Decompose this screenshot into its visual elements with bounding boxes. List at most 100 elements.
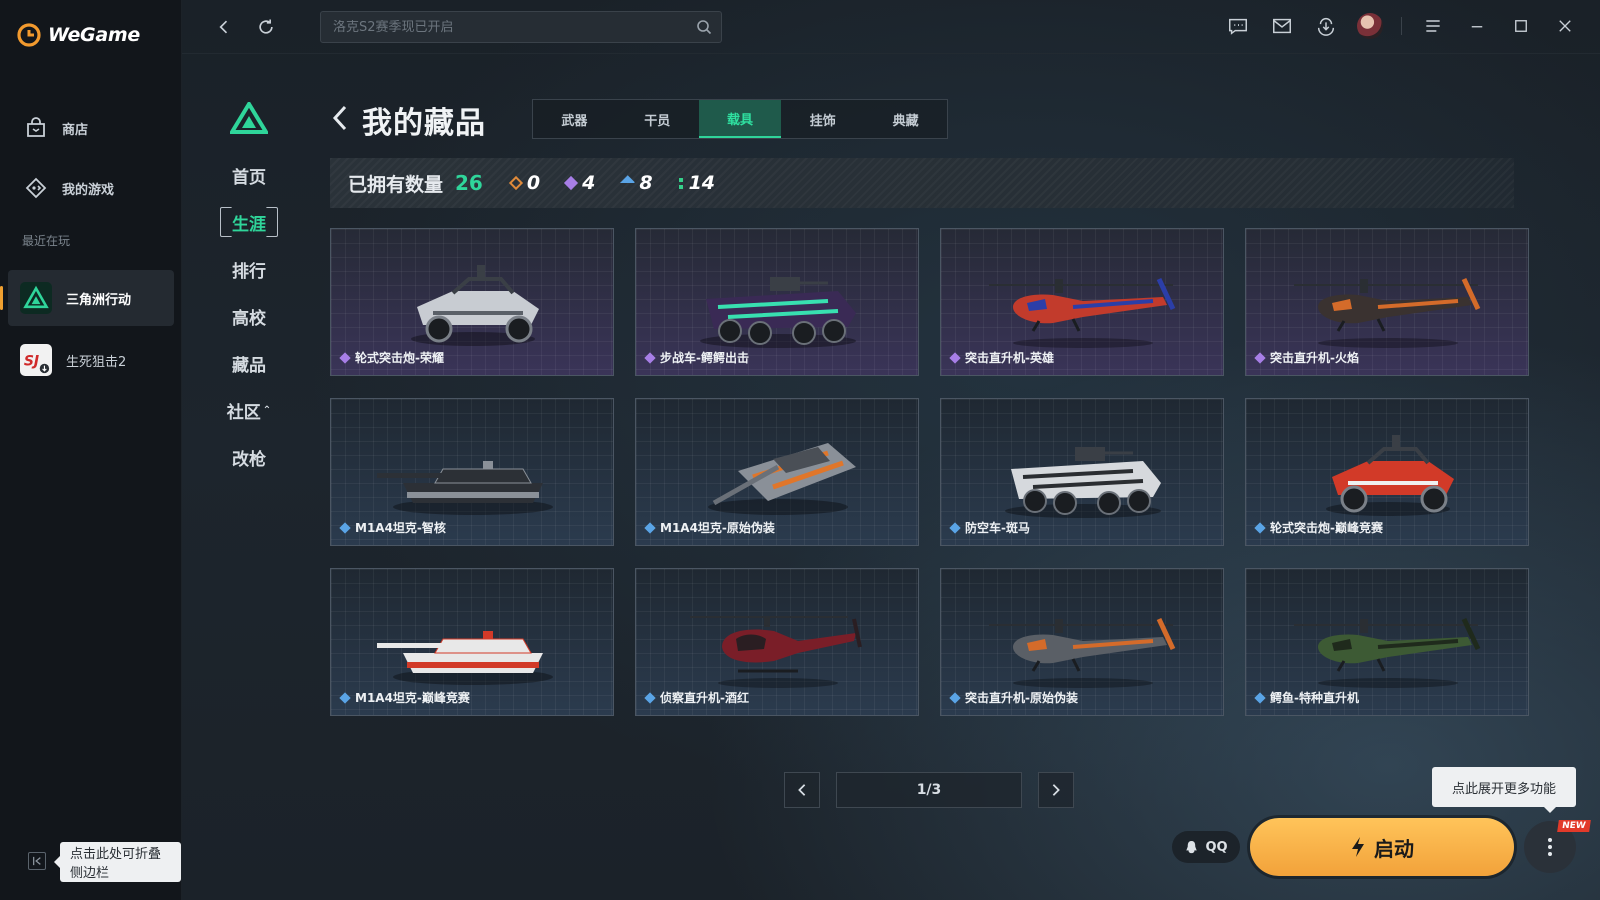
owned-stats-bar: 已拥有数量 26 0 4 8 14 [330,158,1514,208]
svg-text:SJ: SJ [24,354,39,370]
vehicle-card[interactable]: 突击直升机-英雄 [940,228,1224,376]
vehicle-card[interactable]: 突击直升机-原始伪装 [940,568,1224,716]
vehicle-image [690,616,862,688]
tab-archive[interactable]: 典藏 [864,100,947,138]
app-name: WeGame [48,24,140,46]
vehicle-name: M1A4坦克-巅峰竞赛 [355,691,470,705]
game-nav-label: 排行 [232,262,266,282]
vehicle-card[interactable]: 侦察直升机-酒红 [635,568,919,716]
rank-orange-stat: 0 [508,172,540,194]
sidebar-item-label: 商店 [62,122,89,138]
owned-count-value: 26 [455,171,483,195]
vehicle-image [1294,277,1481,348]
vehicle-card[interactable]: 轮式突击炮-巅峰竞赛 [1245,398,1529,546]
sidebar-item-my-games[interactable]: 我的游戏 [0,158,182,218]
back-button[interactable] [212,15,236,39]
maximize-icon[interactable] [1508,13,1534,39]
game-nav-career[interactable]: 生涯 [218,199,280,246]
vehicle-image [1326,435,1454,516]
vehicle-image [377,631,553,685]
mail-icon[interactable] [1269,13,1295,39]
vehicle-name-row: 防空车-斑马 [949,519,1030,536]
vehicle-card[interactable]: 步战车-鳄鳄出击 [635,228,919,376]
vehicle-name: 轮式突击炮-荣耀 [355,351,444,365]
qq-button[interactable]: QQ [1172,831,1240,863]
sidebar-nav: 商店 我的游戏 [0,98,182,218]
rarity-icon [644,521,656,534]
vehicle-card[interactable]: 防空车-斑马 [940,398,1224,546]
rank-purple-count: 4 [582,172,596,194]
chevron-right-icon [1052,784,1060,796]
vehicle-name-row: 步战车-鳄鳄出击 [644,349,749,366]
vehicle-card[interactable]: M1A4坦克-巅峰竞赛 [330,568,614,716]
qq-penguin-icon [1186,840,1198,853]
rarity-icon [949,351,961,364]
minimize-icon[interactable] [1464,13,1490,39]
close-icon[interactable] [1552,13,1578,39]
vehicle-card[interactable]: M1A4坦克-原始伪装 [635,398,919,546]
launch-button[interactable]: 启动 [1250,818,1514,876]
wegame-logo[interactable]: WeGame [16,22,140,48]
sidebar-item-shop[interactable]: 商店 [0,98,182,158]
chevron-left-icon [219,20,228,34]
vehicle-card[interactable]: M1A4坦克-智核 [330,398,614,546]
vehicle-name-row: 突击直升机-原始伪装 [949,689,1078,706]
next-page-button[interactable] [1038,772,1074,808]
rank-blue-icon [619,175,636,191]
rarity-icon [644,691,656,704]
recent-game-label: 三角洲行动 [66,292,132,308]
game-nav-ranking[interactable]: 排行 [218,246,280,293]
vehicle-image [1005,447,1161,518]
recent-game-sniper2[interactable]: SJ 生死狙击2 [8,332,174,388]
rarity-icon [949,691,961,704]
vehicle-image [411,265,539,346]
rarity-icon [949,521,961,534]
rank-green-stat: 14 [678,172,715,194]
vehicle-name: M1A4坦克-原始伪装 [660,521,775,535]
vehicle-name: 轮式突击炮-巅峰竞赛 [1270,521,1383,535]
vehicle-name-row: 轮式突击炮-巅峰竞赛 [1254,519,1383,536]
tab-vehicles[interactable]: 载具 [698,100,782,138]
collection-tabs: 武器 干员 载具 挂饰 典藏 [532,99,948,139]
tab-operators[interactable]: 干员 [616,100,699,138]
avatar[interactable] [1357,13,1383,39]
download-icon[interactable] [1313,13,1339,39]
prev-page-button[interactable] [784,772,820,808]
game-nav-label: 首页 [232,168,266,188]
vehicle-name-row: M1A4坦克-智核 [339,519,446,536]
game-nav-gunsmith[interactable]: 改枪 [218,434,280,481]
search-box [320,11,722,43]
game-nav-community[interactable]: 社区 ⌃ [218,387,280,434]
refresh-button[interactable] [254,15,278,39]
game-nav-label: 改枪 [232,450,266,470]
rarity-icon [1254,521,1266,534]
vehicle-name-row: 侦察直升机-酒红 [644,689,749,706]
active-frame [220,207,278,237]
game-nav-college[interactable]: 高校 [218,293,280,340]
search-input[interactable] [333,19,683,35]
chat-icon[interactable] [1225,13,1251,39]
menu-icon[interactable] [1420,13,1446,39]
game-nav-label: 社区 [226,403,261,423]
collapse-left-icon [33,856,41,866]
vehicle-name: M1A4坦克-智核 [355,521,446,535]
game-nav-home[interactable]: 首页 [218,152,280,199]
delta-force-icon [20,282,52,314]
game-nav-label: 高校 [232,309,266,329]
delta-force-logo-icon[interactable] [230,102,268,134]
recent-game-label: 生死狙击2 [66,354,127,370]
top-bar [182,0,1600,54]
collapse-sidebar-button[interactable] [28,852,46,870]
more-features-tooltip: 点此展开更多功能 [1432,767,1576,813]
tab-charms[interactable]: 挂饰 [781,100,864,138]
game-nav-collection[interactable]: 藏品 [218,340,280,387]
search-icon[interactable] [696,19,712,35]
recent-game-delta-force[interactable]: 三角洲行动 [0,270,174,326]
recent-games-list: 三角洲行动 SJ 生死狙击2 [0,270,174,394]
vehicle-card[interactable]: 突击直升机-火焰 [1245,228,1529,376]
page-back-icon[interactable] [330,104,350,132]
vehicle-card[interactable]: 鳄鱼-特种直升机 [1245,568,1529,716]
tab-weapons[interactable]: 武器 [533,100,616,138]
launch-label: 启动 [1374,836,1414,861]
vehicle-card[interactable]: 轮式突击炮-荣耀 [330,228,614,376]
